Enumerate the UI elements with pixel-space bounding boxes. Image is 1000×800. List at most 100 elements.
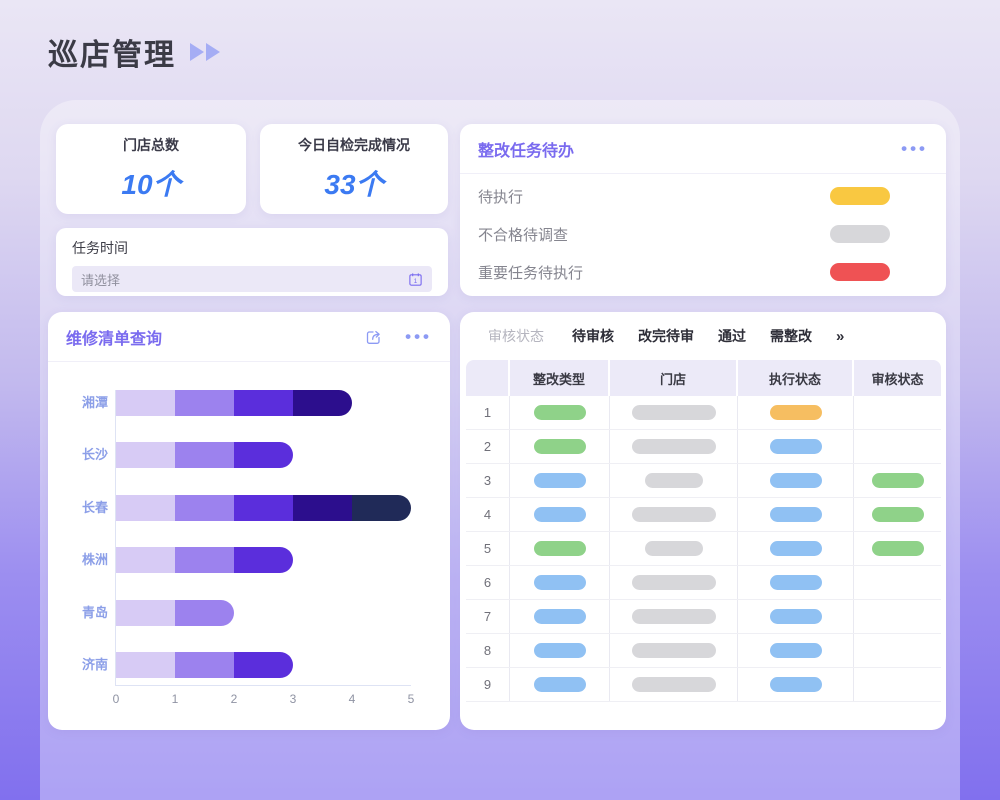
table-row[interactable]: 6 (466, 566, 941, 600)
bar-segment (293, 495, 352, 521)
table-row[interactable]: 5 (466, 532, 941, 566)
x-axis-tick: 3 (283, 692, 303, 706)
stacked-bar (116, 442, 293, 468)
status-pill (534, 643, 586, 658)
status-pill (632, 507, 716, 522)
row-number: 5 (484, 541, 491, 556)
audit-table-panel: 审核状态 待审核 改完待审 通过 需整改 » 整改类型门店执行状态审核状态 1 2 34 5 6… (460, 312, 946, 730)
chart-category-label: 长春 (54, 495, 108, 521)
table-header-row: 整改类型门店执行状态审核状态 (466, 360, 941, 396)
calendar-icon[interactable]: 1 (408, 272, 423, 287)
todo-item[interactable]: 不合格待调查 (460, 215, 946, 253)
tab-4[interactable]: 需整改 (770, 326, 812, 346)
chart-category-label: 济南 (54, 652, 108, 678)
column-header: 执行状态 (738, 360, 854, 396)
more-menu-icon[interactable]: ••• (405, 332, 432, 342)
bar-segment (116, 652, 175, 678)
status-pill (534, 405, 586, 420)
export-icon[interactable] (364, 327, 383, 346)
status-pill (872, 473, 924, 488)
status-pill (534, 609, 586, 624)
row-number: 9 (484, 677, 491, 692)
bar-segment (175, 652, 234, 678)
status-pill (632, 575, 716, 590)
tabs-overflow-chevron[interactable]: » (836, 328, 844, 345)
todo-status-pill (830, 263, 890, 281)
play-icon (190, 43, 204, 61)
stacked-bar (116, 547, 293, 573)
double-play-icon (190, 43, 220, 61)
stacked-bar (116, 390, 352, 416)
status-pill (534, 677, 586, 692)
table-row[interactable]: 1 (466, 396, 941, 430)
more-menu-icon[interactable]: ••• (901, 144, 928, 154)
row-number: 7 (484, 609, 491, 624)
todo-item[interactable]: 待执行 (460, 177, 946, 215)
stacked-bar (116, 652, 293, 678)
audit-status-tabs: 审核状态 待审核 改完待审 通过 需整改 » (460, 312, 946, 360)
status-pill (770, 677, 822, 692)
stat-card-self-check: 今日自检完成情况 33个 (260, 124, 448, 214)
status-pill (632, 677, 716, 692)
tab-2[interactable]: 改完待审 (638, 326, 694, 346)
stacked-bar (116, 495, 411, 521)
page-title: 巡店管理 (48, 30, 176, 74)
column-header (466, 360, 510, 396)
stacked-bar (116, 600, 234, 626)
x-axis-tick: 5 (401, 692, 421, 706)
bar-segment (116, 547, 175, 573)
table-row[interactable]: 9 (466, 668, 941, 702)
row-number: 8 (484, 643, 491, 658)
bar-segment (116, 442, 175, 468)
status-pill (770, 575, 822, 590)
bar-segment (116, 600, 175, 626)
repair-list-panel: 维修清单查询 ••• 湘潭长沙长春株洲青岛济南012345 (48, 312, 450, 730)
status-pill (632, 439, 716, 454)
chart-category-label: 长沙 (54, 442, 108, 468)
table-row[interactable]: 3 (466, 464, 941, 498)
bar-segment (293, 390, 352, 416)
svg-text:1: 1 (414, 277, 418, 284)
todo-status-pill (830, 225, 890, 243)
column-header: 审核状态 (854, 360, 941, 396)
bar-segment (234, 495, 293, 521)
task-time-label: 任务时间 (72, 238, 432, 258)
repair-panel-title: 维修清单查询 (66, 325, 162, 349)
bar-segment (175, 600, 234, 626)
status-pill (770, 405, 822, 420)
status-pill (632, 609, 716, 624)
status-pill (645, 541, 703, 556)
bar-segment (175, 390, 234, 416)
table-row[interactable]: 4 (466, 498, 941, 532)
task-time-card: 任务时间 请选择 1 (56, 228, 448, 296)
row-number: 1 (484, 405, 491, 420)
filter-label: 审核状态 (488, 326, 544, 346)
tab-3[interactable]: 通过 (718, 326, 746, 346)
table-row[interactable]: 7 (466, 600, 941, 634)
bar-segment (352, 495, 411, 521)
tab-1[interactable]: 待审核 (572, 326, 614, 346)
stat-value: 33个 (324, 163, 383, 203)
status-pill (770, 473, 822, 488)
stat-label: 门店总数 (123, 135, 179, 155)
status-pill (770, 507, 822, 522)
todo-panel: 整改任务待办 ••• 待执行不合格待调查重要任务待执行 (460, 124, 946, 296)
table-row[interactable]: 8 (466, 634, 941, 668)
row-number: 2 (484, 439, 491, 454)
table-row[interactable]: 2 (466, 430, 941, 464)
chart-category-label: 湘潭 (54, 390, 108, 416)
todo-item-label: 待执行 (478, 186, 523, 207)
task-time-picker[interactable]: 请选择 1 (72, 266, 432, 292)
bar-segment (234, 652, 293, 678)
x-axis-tick: 4 (342, 692, 362, 706)
todo-item-label: 不合格待调查 (478, 224, 568, 245)
bar-segment (234, 547, 293, 573)
bar-segment (175, 495, 234, 521)
status-pill (645, 473, 703, 488)
tasks-table: 整改类型门店执行状态审核状态 1 2 34 5 6 7 8 9 (466, 360, 941, 702)
bar-segment (116, 495, 175, 521)
column-header: 整改类型 (510, 360, 610, 396)
todo-item[interactable]: 重要任务待执行 (460, 253, 946, 291)
status-pill (770, 609, 822, 624)
x-axis-tick: 2 (224, 692, 244, 706)
